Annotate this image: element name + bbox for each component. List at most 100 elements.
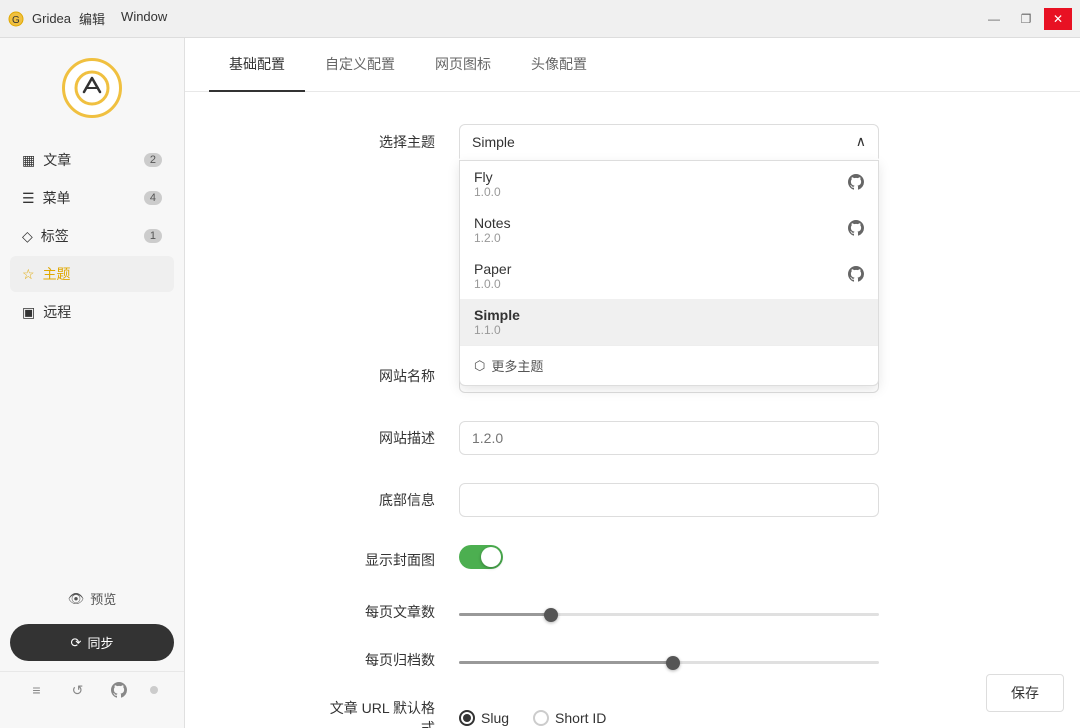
item-version-simple: 1.1.0 xyxy=(474,323,520,337)
tab-custom[interactable]: 自定义配置 xyxy=(305,38,415,92)
sync-label: 同步 xyxy=(87,633,113,652)
item-version-notes: 1.2.0 xyxy=(474,231,511,245)
item-version-paper: 1.0.0 xyxy=(474,277,511,291)
dropdown-item-notes[interactable]: Notes 1.2.0 xyxy=(460,207,878,253)
dropdown-value: Simple xyxy=(472,134,515,150)
archives-slider-thumb[interactable] xyxy=(666,656,680,670)
article-slug-option[interactable]: Slug xyxy=(459,710,509,726)
article-url-radio-group: Slug Short ID xyxy=(459,710,1000,726)
sidebar-item-remote[interactable]: ▣ 远程 xyxy=(10,294,174,330)
footer-input[interactable] xyxy=(459,483,879,517)
item-name-paper: Paper xyxy=(474,261,511,277)
minimize-button[interactable]: — xyxy=(980,8,1008,30)
refresh-icon[interactable]: ↺ xyxy=(68,680,88,700)
remote-icon: ▣ xyxy=(22,304,35,321)
more-themes-label: 更多主题 xyxy=(491,356,543,375)
sidebar-item-tags[interactable]: ◇ 标签 1 xyxy=(10,218,174,254)
settings-area: 选择主题 Simple ∧ Fly 1.0.0 xyxy=(185,92,1080,728)
menu-icon: ☰ xyxy=(22,190,35,207)
article-shortid-label: Short ID xyxy=(555,710,606,726)
close-button[interactable]: ✕ xyxy=(1044,8,1072,30)
gridea-logo-icon xyxy=(74,70,110,106)
articles-slider-thumb[interactable] xyxy=(544,608,558,622)
sync-button[interactable]: ⟳ 同步 xyxy=(10,624,174,661)
sidebar-item-articles[interactable]: ▦ 文章 2 xyxy=(10,142,174,178)
menu-window[interactable]: Window xyxy=(121,9,167,28)
site-desc-label: 网站描述 xyxy=(325,428,435,448)
item-name-simple: Simple xyxy=(474,307,520,323)
nav-label-theme: 主题 xyxy=(43,264,71,284)
site-desc-control xyxy=(459,421,1000,455)
archives-slider-fill xyxy=(459,661,673,664)
footer-row: 底部信息 xyxy=(325,483,1000,517)
filter-icon[interactable]: ≡ xyxy=(27,680,47,700)
theme-label: 选择主题 xyxy=(325,132,435,152)
preview-label: 预览 xyxy=(90,589,116,608)
titlebar: G Gridea 编辑 Window — ❐ ✕ xyxy=(0,0,1080,38)
tab-header[interactable]: 头像配置 xyxy=(511,38,607,92)
theme-dropdown: Simple ∧ Fly 1.0.0 xyxy=(459,124,879,159)
articles-slider-track[interactable] xyxy=(459,613,879,616)
site-name-label: 网站名称 xyxy=(325,366,435,386)
app-title: Gridea xyxy=(32,11,71,26)
show-cover-toggle[interactable] xyxy=(459,545,503,569)
status-dot xyxy=(150,686,158,694)
tags-icon: ◇ xyxy=(22,228,33,245)
tab-favicon[interactable]: 网页图标 xyxy=(415,38,511,92)
articles-icon: ▦ xyxy=(22,152,35,169)
article-shortid-option[interactable]: Short ID xyxy=(533,710,606,726)
sidebar-bottom: 👁 预览 ⟳ 同步 xyxy=(0,571,184,671)
github-icon-fly xyxy=(848,174,864,195)
sidebar-item-menu[interactable]: ☰ 菜单 4 xyxy=(10,180,174,216)
article-url-row: 文章 URL 默认格式 Slug Short ID xyxy=(325,698,1000,728)
sidebar-footer: ≡ ↺ xyxy=(0,671,184,708)
dropdown-more-themes[interactable]: ⬡ 更多主题 xyxy=(460,345,878,385)
cover-control xyxy=(459,545,1000,574)
nav-badge-articles: 2 xyxy=(144,153,162,167)
chevron-up-icon: ∧ xyxy=(856,133,866,150)
github-footer-icon[interactable] xyxy=(109,680,129,700)
sync-icon: ⟳ xyxy=(71,635,82,651)
main-content: 基础配置 自定义配置 网页图标 头像配置 选择主题 Simple ∧ xyxy=(185,38,1080,728)
sidebar-logo xyxy=(0,58,184,118)
nav-label-tags: 标签 xyxy=(41,226,69,246)
article-slug-radio[interactable] xyxy=(459,710,475,726)
nav-badge-menu: 4 xyxy=(144,191,162,205)
dropdown-selected[interactable]: Simple ∧ xyxy=(459,124,879,159)
preview-button[interactable]: 👁 预览 xyxy=(10,581,174,616)
save-button[interactable]: 保存 xyxy=(986,674,1064,712)
article-shortid-radio[interactable] xyxy=(533,710,549,726)
theme-control: Simple ∧ Fly 1.0.0 xyxy=(459,124,1000,159)
article-url-label: 文章 URL 默认格式 xyxy=(325,698,435,728)
titlebar-controls: — ❐ ✕ xyxy=(980,8,1072,30)
app-logo-icon: G xyxy=(8,11,24,27)
archives-slider-track[interactable] xyxy=(459,661,879,664)
articles-per-page-label: 每页文章数 xyxy=(325,602,435,622)
titlebar-left: G Gridea 编辑 Window xyxy=(8,9,167,28)
more-icon: ⬡ xyxy=(474,358,485,374)
cover-row: 显示封面图 xyxy=(325,545,1000,574)
articles-slider-fill xyxy=(459,613,551,616)
logo-circle xyxy=(62,58,122,118)
restore-button[interactable]: ❐ xyxy=(1012,8,1040,30)
sidebar-nav: ▦ 文章 2 ☰ 菜单 4 ◇ 标签 1 xyxy=(0,142,184,571)
menu-bar: 编辑 Window xyxy=(79,9,167,28)
item-name-notes: Notes xyxy=(474,215,511,231)
tabs: 基础配置 自定义配置 网页图标 头像配置 xyxy=(185,38,1080,92)
theme-icon: ☆ xyxy=(22,266,35,283)
tab-basic[interactable]: 基础配置 xyxy=(209,38,305,92)
eye-icon: 👁 xyxy=(68,591,85,607)
dropdown-item-simple[interactable]: Simple 1.1.0 xyxy=(460,299,878,345)
menu-edit[interactable]: 编辑 xyxy=(79,9,105,28)
sidebar-item-theme[interactable]: ☆ 主题 xyxy=(10,256,174,292)
cover-label: 显示封面图 xyxy=(325,550,435,570)
footer-control xyxy=(459,483,1000,517)
item-version-fly: 1.0.0 xyxy=(474,185,501,199)
theme-row: 选择主题 Simple ∧ Fly 1.0.0 xyxy=(325,124,1000,159)
dropdown-item-paper[interactable]: Paper 1.0.0 xyxy=(460,253,878,299)
site-desc-input[interactable] xyxy=(459,421,879,455)
item-name-fly: Fly xyxy=(474,169,501,185)
app-body: ▦ 文章 2 ☰ 菜单 4 ◇ 标签 1 xyxy=(0,38,1080,728)
dropdown-item-fly[interactable]: Fly 1.0.0 xyxy=(460,161,878,207)
articles-per-page-row: 每页文章数 xyxy=(325,602,1000,622)
